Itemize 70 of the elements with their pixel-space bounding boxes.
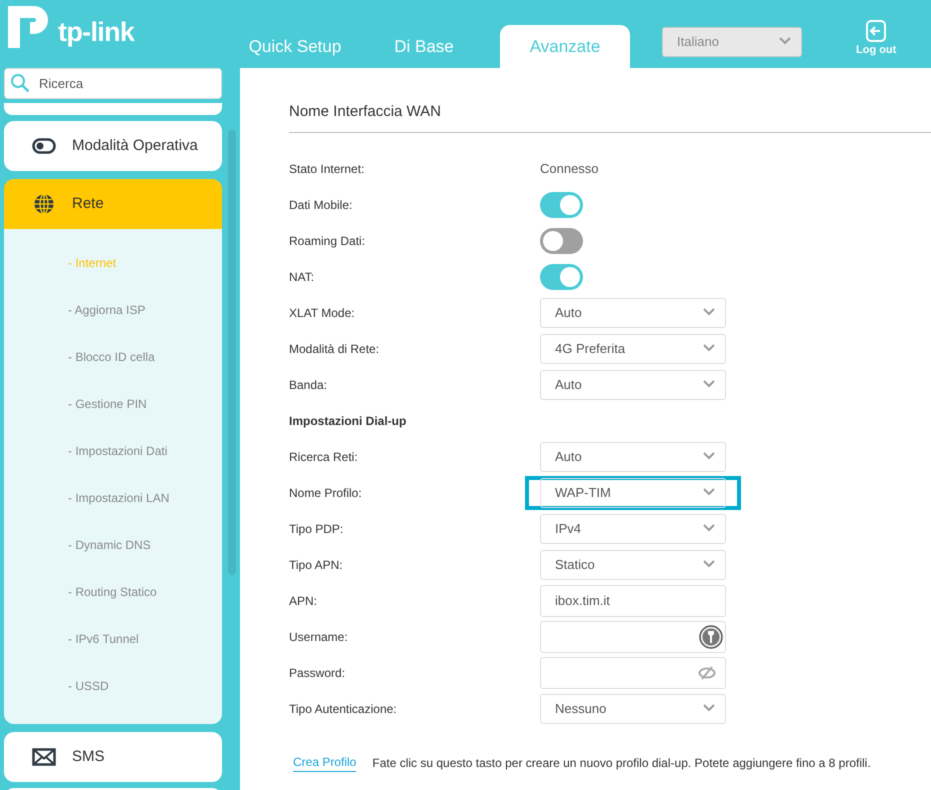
section-title: Nome Interfaccia WAN [289,103,441,120]
input-field[interactable]: ibox.tim.it [540,585,726,617]
submenu-item[interactable]: - Impostazioni Dati [68,442,168,460]
chevron-icon [703,488,715,496]
mail-icon [32,748,56,766]
field-label: Nome Profilo: [289,485,363,502]
field-label: Modalità di Rete: [289,341,380,358]
chevron-icon [703,704,715,712]
chevron-icon [703,560,715,568]
status-value: Connesso [540,160,599,178]
logout-button[interactable]: Log out [856,20,896,58]
toggle-switch[interactable] [540,192,583,218]
section-heading: Impostazioni Dial-up [289,413,406,430]
dropdown-field[interactable]: Auto [540,370,726,400]
language-select[interactable]: Italiano [662,27,802,57]
field-label: Dati Mobile: [289,197,354,214]
input-field[interactable] [540,621,726,653]
help-text: Fate clic su questo tasto per creare un nuovo profilo dial-up. Potete aggiungere fino a 8 profili. [372,754,871,772]
field-label: Ricerca Reti: [289,449,359,466]
chevron-icon [703,344,715,352]
chevron-icon [703,308,715,316]
search-icon [10,73,30,93]
toggle-switch[interactable] [540,264,583,290]
globe-icon [33,193,55,215]
submenu-item[interactable]: - IPv6 Tunnel [68,630,139,648]
field-label: APN: [289,593,318,610]
submenu-item[interactable]: - Blocco ID cella [68,348,155,366]
field-label: Stato Internet: [289,161,366,178]
field-label: Tipo Autenticazione: [289,701,398,718]
field-label: Roaming Dati: [289,233,366,250]
submenu-item[interactable]: - Routing Statico [68,582,157,600]
logout-icon [866,20,886,42]
hidden-password-icon[interactable] [698,666,716,680]
logo-text: tp-link [58,16,134,49]
dropdown-field[interactable]: IPv4 [540,514,726,544]
field-label: Password: [289,665,346,682]
field-label: Tipo PDP: [289,521,344,538]
submenu-item[interactable]: - Dynamic DNS [68,536,151,554]
chevron-icon [703,452,715,460]
sidebar-item[interactable] [4,103,222,115]
nav-tab[interactable]: Avanzate [500,25,630,68]
dropdown-field[interactable]: WAP-TIM [540,478,726,508]
create-profile-link[interactable]: Crea Profilo [293,753,356,772]
submenu-item[interactable]: - USSD [68,676,109,694]
toggle-switch[interactable] [540,228,583,254]
key-icon[interactable] [699,625,723,649]
nav-tab[interactable]: Quick Setup [230,25,360,68]
field-label: XLAT Mode: [289,305,356,322]
search-field[interactable]: Ricerca [4,68,222,99]
dropdown-field[interactable]: Statico [540,550,726,580]
dropdown-field[interactable]: 4G Preferita [540,334,726,364]
nav-tab[interactable]: Di Base [359,25,489,68]
dropdown-field[interactable]: Auto [540,298,726,328]
sidebar-item[interactable]: SMS [4,732,222,782]
chevron-icon [703,524,715,532]
field-label: Banda: [289,377,328,394]
toggle-icon [32,138,56,154]
sidebar-item[interactable]: Rete [4,179,222,229]
field-label: Tipo APN: [289,557,344,574]
submenu-item[interactable]: - Aggiorna ISP [68,300,146,318]
input-field[interactable] [540,657,726,689]
sidebar-item[interactable]: Modalità Operativa [4,121,222,171]
dropdown-field[interactable]: Nessuno [540,694,726,724]
chevron-icon [703,380,715,388]
submenu-item[interactable]: - Impostazioni LAN [68,488,170,506]
dropdown-field[interactable]: Auto [540,442,726,472]
field-label: NAT: [289,269,316,286]
field-label: Username: [289,629,349,646]
submenu-item[interactable]: - Gestione PIN [68,394,147,412]
chevron-icon [779,37,791,45]
